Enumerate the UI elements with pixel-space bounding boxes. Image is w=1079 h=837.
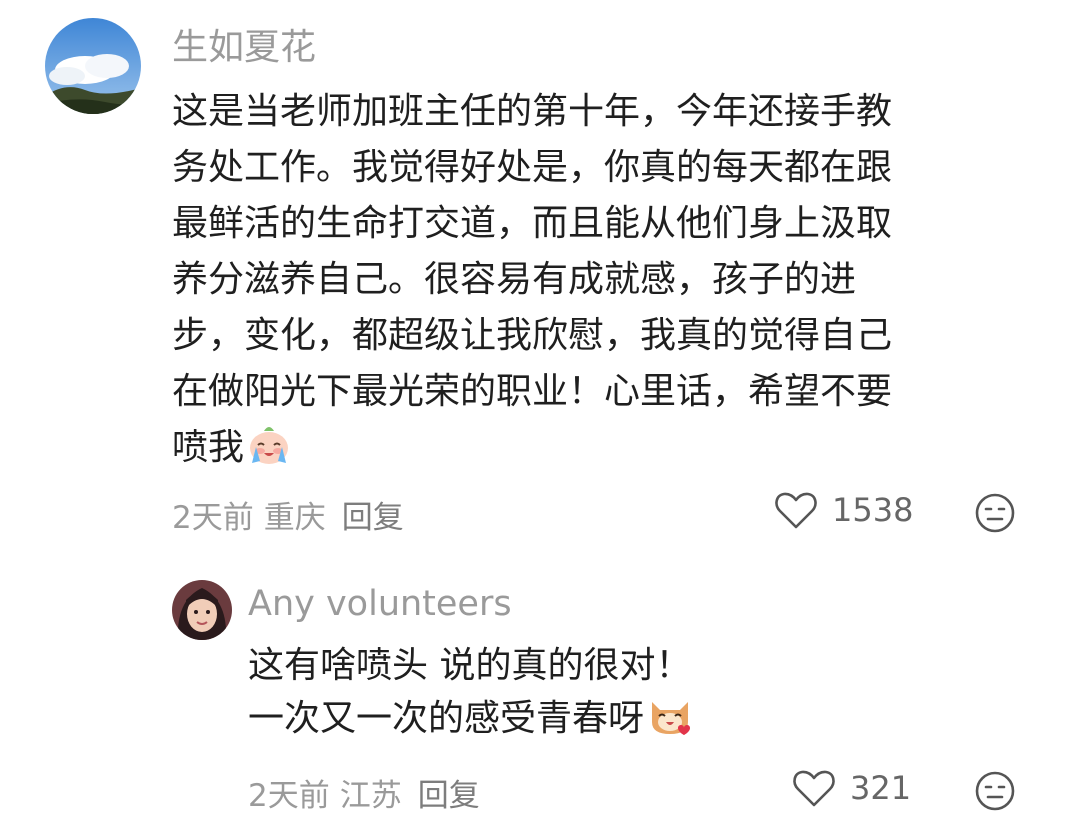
- comment-text: 这有啥喷头 说的真的很对！ 一次又一次的感受青春呀: [248, 640, 948, 753]
- comment-line: 在做阳光下最光荣的职业！心里话，希望不要: [172, 371, 893, 412]
- like-button[interactable]: 321: [792, 768, 911, 808]
- comment-line: 最鲜活的生命打交道，而且能从他们身上汲取: [172, 203, 893, 244]
- comment-time: 2天前: [248, 778, 330, 814]
- comment-line-last: 喷我: [172, 420, 1022, 484]
- girl-portrait-avatar-icon: [172, 580, 232, 640]
- sky-clouds-avatar-icon: [45, 18, 141, 114]
- like-count: 1538: [832, 491, 914, 529]
- comment-line: 养分滋养自己。很容易有成就感，孩子的进: [172, 259, 857, 300]
- meh-face-icon: [975, 493, 1015, 533]
- like-count: 321: [850, 769, 912, 807]
- avatar[interactable]: [172, 580, 232, 640]
- like-button[interactable]: 1538: [774, 490, 913, 530]
- comment-line: 一次又一次的感受青春呀: [248, 698, 645, 739]
- dislike-button[interactable]: [974, 770, 1016, 812]
- comment-meta: 2天前 江苏 回复: [248, 770, 490, 815]
- meh-face-icon: [975, 771, 1015, 811]
- comment-line: 喷我: [172, 427, 245, 468]
- heart-icon: [793, 770, 835, 807]
- crying-face-emoji-icon: [246, 421, 292, 484]
- heart-icon: [775, 492, 817, 529]
- cat-heart-emoji-icon: [646, 692, 694, 753]
- username[interactable]: Any volunteers: [248, 584, 512, 624]
- comment-line: 步，变化，都超级让我欣慰，我真的觉得自己: [172, 315, 893, 356]
- reply-comment-item: Any volunteers 这有啥喷头 说的真的很对！ 一次又一次的感受青春呀…: [0, 570, 1079, 837]
- comment-text: 这是当老师加班主任的第十年，今年还接手教 务处工作。我觉得好处是，你真的每天都在…: [172, 84, 1022, 484]
- comment-time: 2天前: [172, 500, 254, 536]
- comment-line: 这是当老师加班主任的第十年，今年还接手教: [172, 91, 893, 132]
- dislike-button[interactable]: [974, 492, 1016, 534]
- comment-location: 重庆: [263, 500, 326, 536]
- reply-button[interactable]: 回复: [342, 500, 404, 536]
- comment-item: 生如夏花 这是当老师加班主任的第十年，今年还接手教 务处工作。我觉得好处是，你真…: [0, 0, 1079, 560]
- comment-line: 务处工作。我觉得好处是，你真的每天都在跟: [172, 147, 893, 188]
- comment-line-last: 一次又一次的感受青春呀: [248, 692, 948, 753]
- reply-button[interactable]: 回复: [418, 778, 480, 814]
- comment-meta: 2天前 重庆 回复: [172, 492, 414, 537]
- comment-line: 这有啥喷头 说的真的很对！: [248, 645, 692, 686]
- comment-location: 江苏: [339, 778, 402, 814]
- username[interactable]: 生如夏花: [172, 18, 316, 70]
- avatar[interactable]: [45, 18, 141, 114]
